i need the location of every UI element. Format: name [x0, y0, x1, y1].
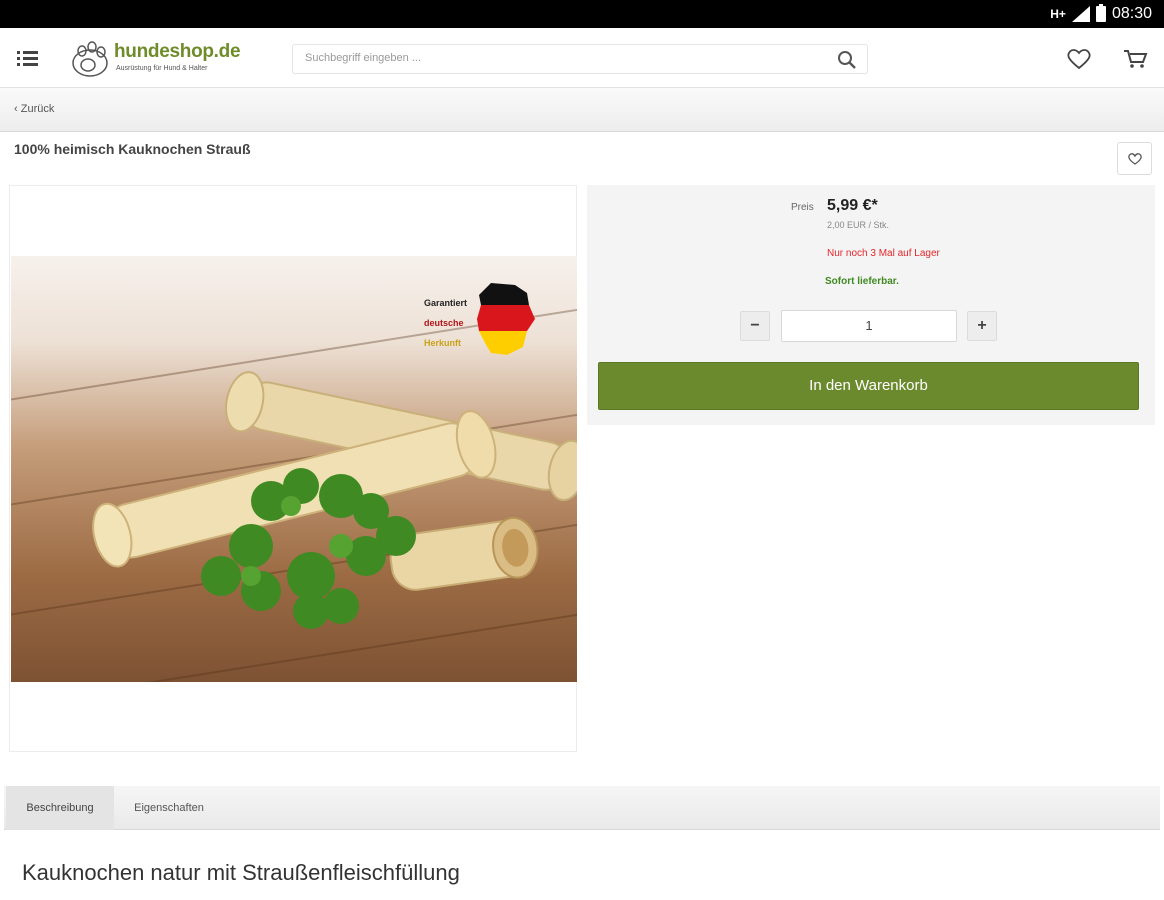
back-link[interactable]: ‹ Zurück — [14, 103, 54, 115]
badge-line-2: deutsche — [424, 318, 464, 328]
paw-logo-icon — [72, 41, 108, 77]
shop-logo[interactable]: hundeshop.de Ausrüstung für Hund & Halte… — [68, 37, 248, 81]
menu-icon[interactable] — [14, 47, 42, 69]
status-bar: H+ 08:30 — [0, 0, 1164, 28]
description-heading: Kauknochen natur mit Straußenfleischfüll… — [22, 860, 460, 885]
stock-warning: Nur noch 3 Mal auf Lager — [827, 248, 940, 259]
search-input[interactable] — [305, 52, 805, 64]
signal-icon — [1071, 6, 1090, 22]
product-tabs: Beschreibung Eigenschaften — [4, 786, 1160, 830]
quantity-decrease-button[interactable]: − — [740, 311, 770, 341]
add-to-cart-button[interactable]: In den Warenkorb — [598, 362, 1139, 410]
badge-line-1: Garantiert — [424, 298, 468, 308]
app-header: hundeshop.de Ausrüstung für Hund & Halte… — [0, 28, 1164, 88]
price-label: Preis — [791, 202, 814, 213]
product-title: 100% heimisch Kauknochen Strauß — [14, 141, 251, 157]
product-price: 5,99 €* — [827, 197, 878, 214]
tab-eigenschaften[interactable]: Eigenschaften — [118, 786, 220, 830]
note-heart-icon — [1128, 153, 1142, 165]
cart-icon[interactable] — [1122, 47, 1148, 71]
delivery-status: Sofort lieferbar. — [825, 276, 899, 287]
back-label: Zurück — [20, 103, 55, 115]
heart-icon[interactable] — [1066, 47, 1092, 71]
chevron-left-icon: ‹ — [14, 103, 21, 115]
unit-price: 2,00 EUR / Stk. — [827, 220, 890, 230]
clock: 08:30 — [1111, 5, 1152, 22]
battery-icon — [1095, 4, 1106, 22]
chew-bones-illustration — [92, 283, 577, 629]
search-bar — [292, 44, 868, 74]
search-icon[interactable] — [837, 50, 857, 70]
back-bar: ‹ Zurück — [0, 88, 1164, 132]
quantity-field[interactable]: 1 — [781, 310, 957, 342]
quantity-increase-button[interactable]: + — [967, 311, 997, 341]
brand-tagline: Ausrüstung für Hund & Halter — [116, 65, 208, 72]
buy-box: Preis 5,99 €* 2,00 EUR / Stk. Nur noch 3… — [587, 185, 1155, 425]
badge-line-3: Herkunft — [424, 338, 462, 348]
network-type: H+ — [1050, 7, 1066, 21]
tab-beschreibung[interactable]: Beschreibung — [6, 786, 114, 830]
brand-name: hundeshop.de — [114, 41, 241, 62]
product-image: Garantiert deutsche Herkunft — [11, 256, 577, 682]
note-button[interactable] — [1117, 142, 1152, 175]
product-image-gallery[interactable]: Garantiert deutsche Herkunft — [9, 185, 577, 752]
